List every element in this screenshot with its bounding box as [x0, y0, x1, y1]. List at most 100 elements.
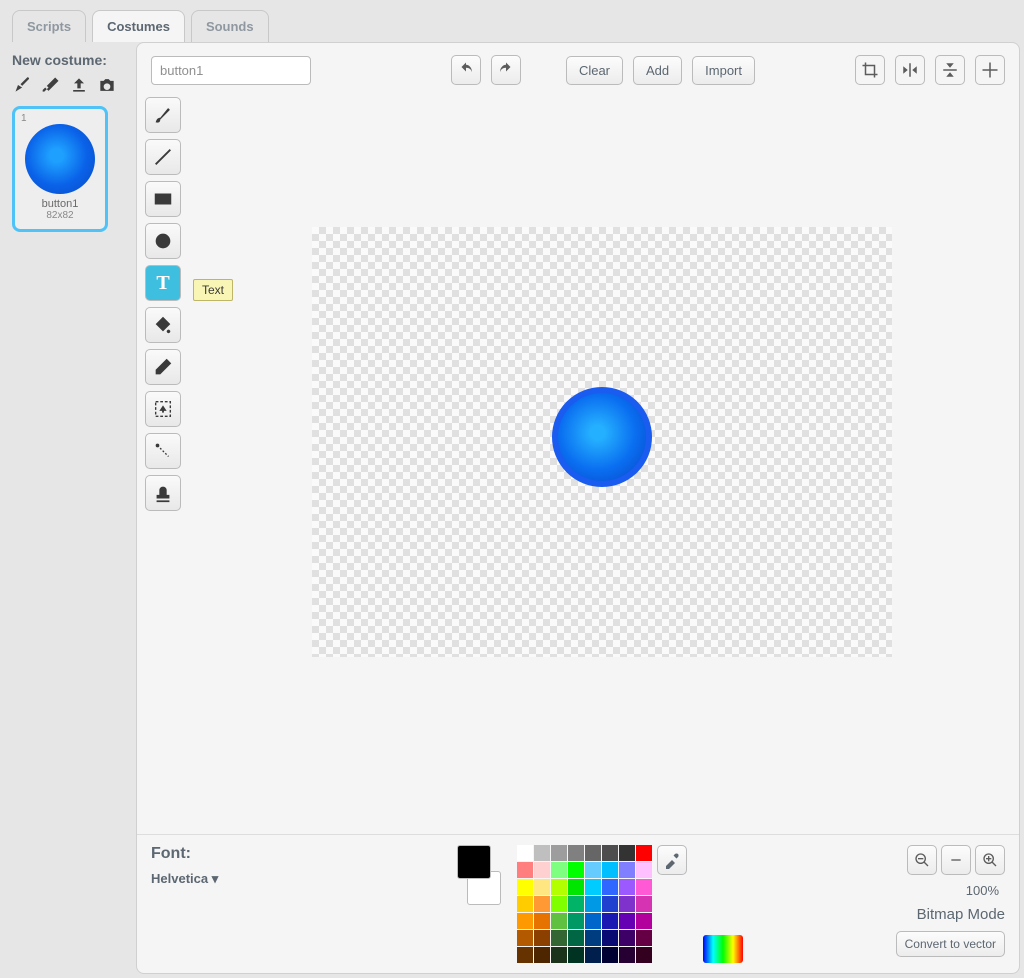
palette-cell[interactable] [602, 845, 618, 861]
palette-cell[interactable] [636, 879, 652, 895]
palette-cell[interactable] [517, 879, 533, 895]
flip-horizontal-icon[interactable] [895, 55, 925, 85]
palette-cell[interactable] [602, 930, 618, 946]
palette-cell[interactable] [585, 913, 601, 929]
palette-cell[interactable] [636, 947, 652, 963]
gradient-picker[interactable] [703, 935, 743, 963]
palette-cell[interactable] [636, 930, 652, 946]
ellipse-tool[interactable] [145, 223, 181, 259]
palette-cell[interactable] [602, 913, 618, 929]
rectangle-tool[interactable] [145, 181, 181, 217]
palette-cell[interactable] [568, 896, 584, 912]
paint-new-icon[interactable] [12, 74, 34, 96]
mode-label: Bitmap Mode [896, 906, 1005, 923]
palette-cell[interactable] [551, 879, 567, 895]
palette-cell[interactable] [568, 862, 584, 878]
palette-cell[interactable] [619, 896, 635, 912]
palette-cell[interactable] [602, 862, 618, 878]
palette-cell[interactable] [585, 879, 601, 895]
palette-cell[interactable] [534, 879, 550, 895]
text-tool[interactable]: T [145, 265, 181, 301]
brush-tool[interactable] [145, 97, 181, 133]
palette-cell[interactable] [636, 862, 652, 878]
palette-cell[interactable] [602, 879, 618, 895]
text-tool-tooltip: Text [193, 279, 233, 301]
palette-cell[interactable] [568, 930, 584, 946]
palette-cell[interactable] [619, 862, 635, 878]
palette-cell[interactable] [534, 947, 550, 963]
palette-cell[interactable] [619, 930, 635, 946]
redo-button[interactable] [491, 55, 521, 85]
palette-cell[interactable] [585, 896, 601, 912]
palette-cell[interactable] [551, 947, 567, 963]
select-tool[interactable] [145, 391, 181, 427]
palette-cell[interactable] [517, 845, 533, 861]
palette-cell[interactable] [568, 913, 584, 929]
import-button[interactable]: Import [692, 56, 755, 85]
palette-cell[interactable] [585, 845, 601, 861]
stamp-tool[interactable] [145, 475, 181, 511]
tab-costumes[interactable]: Costumes [92, 10, 185, 42]
color-palette[interactable] [517, 845, 653, 963]
palette-cell[interactable] [585, 930, 601, 946]
color-swatches[interactable] [457, 845, 501, 905]
palette-cell[interactable] [534, 845, 550, 861]
palette-cell[interactable] [602, 896, 618, 912]
palette-cell[interactable] [619, 947, 635, 963]
convert-to-vector-button[interactable]: Convert to vector [896, 931, 1005, 957]
palette-cell[interactable] [517, 947, 533, 963]
costume-name-input[interactable] [151, 56, 311, 85]
tab-sounds[interactable]: Sounds [191, 10, 269, 42]
paintbrush-icon[interactable] [40, 74, 62, 96]
add-button[interactable]: Add [633, 56, 682, 85]
palette-cell[interactable] [619, 845, 635, 861]
clear-button[interactable]: Clear [566, 56, 623, 85]
palette-cell[interactable] [585, 862, 601, 878]
fill-tool[interactable] [145, 307, 181, 343]
crop-icon[interactable] [855, 55, 885, 85]
blue-circle-shape [552, 387, 652, 487]
palette-cell[interactable] [619, 913, 635, 929]
zoom-reset-button[interactable] [941, 845, 971, 875]
palette-cell[interactable] [534, 913, 550, 929]
costume-thumbnail[interactable]: 1 button1 82x82 [12, 106, 108, 232]
palette-cell[interactable] [602, 947, 618, 963]
palette-cell[interactable] [534, 896, 550, 912]
palette-cell[interactable] [636, 896, 652, 912]
palette-cell[interactable] [585, 947, 601, 963]
palette-cell[interactable] [568, 879, 584, 895]
primary-color-swatch[interactable] [457, 845, 491, 879]
palette-cell[interactable] [568, 845, 584, 861]
camera-icon[interactable] [96, 74, 118, 96]
zoom-out-button[interactable] [907, 845, 937, 875]
tab-scripts[interactable]: Scripts [12, 10, 86, 42]
eyedropper-tool[interactable] [657, 845, 687, 875]
palette-cell[interactable] [551, 930, 567, 946]
palette-cell[interactable] [517, 896, 533, 912]
palette-cell[interactable] [636, 913, 652, 929]
palette-cell[interactable] [636, 845, 652, 861]
upload-icon[interactable] [68, 74, 90, 96]
palette-cell[interactable] [551, 862, 567, 878]
palette-cell[interactable] [517, 862, 533, 878]
font-selector[interactable]: Helvetica ▾ [151, 871, 441, 887]
tabs: Scripts Costumes Sounds [0, 0, 1024, 42]
palette-cell[interactable] [551, 845, 567, 861]
palette-cell[interactable] [568, 947, 584, 963]
palette-cell[interactable] [534, 862, 550, 878]
palette-cell[interactable] [517, 913, 533, 929]
wand-tool[interactable] [145, 433, 181, 469]
palette-cell[interactable] [619, 879, 635, 895]
set-center-icon[interactable] [975, 55, 1005, 85]
thumb-image [25, 124, 95, 194]
palette-cell[interactable] [551, 896, 567, 912]
zoom-in-button[interactable] [975, 845, 1005, 875]
line-tool[interactable] [145, 139, 181, 175]
eraser-tool[interactable] [145, 349, 181, 385]
palette-cell[interactable] [551, 913, 567, 929]
palette-cell[interactable] [534, 930, 550, 946]
palette-cell[interactable] [517, 930, 533, 946]
flip-vertical-icon[interactable] [935, 55, 965, 85]
undo-button[interactable] [451, 55, 481, 85]
canvas[interactable] [312, 227, 892, 657]
